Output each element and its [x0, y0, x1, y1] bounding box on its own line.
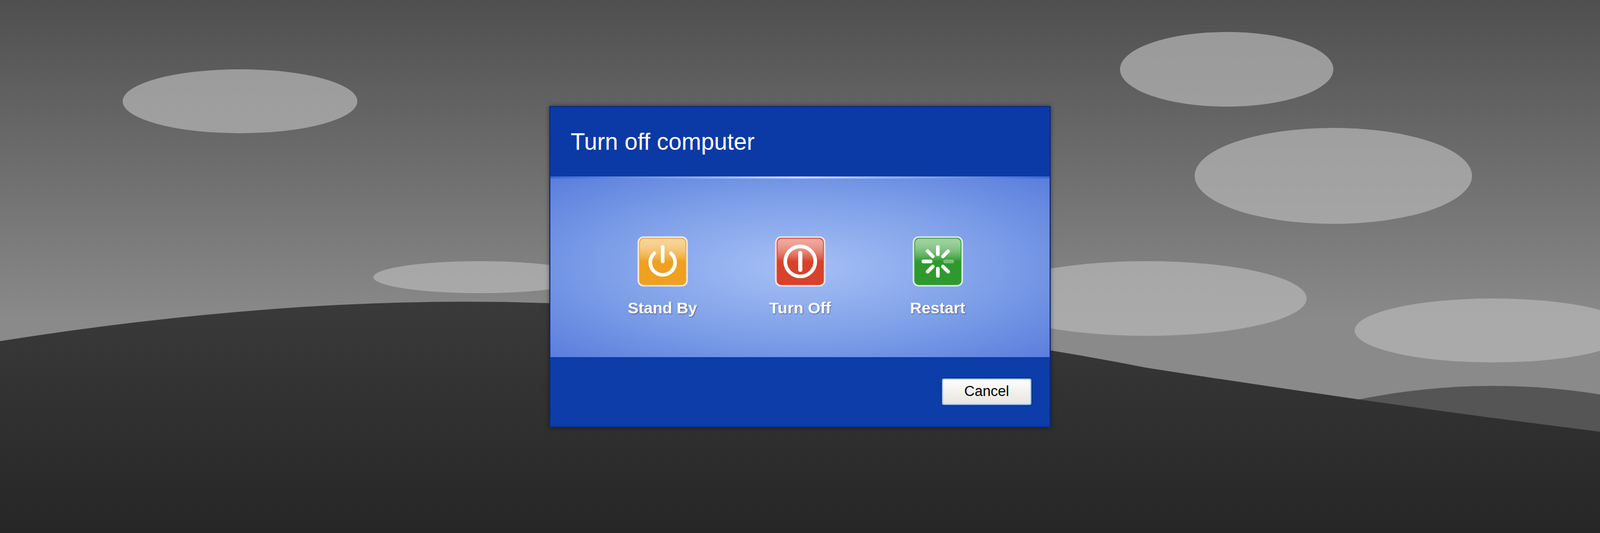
power-option[interactable]: Restart — [884, 235, 991, 319]
cancel-button[interactable]: Cancel — [940, 377, 1033, 407]
power-option-label: Stand By — [627, 298, 698, 319]
power-option[interactable]: Turn Off — [746, 235, 854, 319]
restart-icon[interactable] — [912, 235, 964, 288]
desktop: Turn off computer Stand By Turn Off Restart… — [0, 0, 1600, 533]
power-option-label: Restart — [909, 298, 965, 319]
power-off-icon[interactable] — [774, 235, 827, 288]
dialog-title-bar: Turn off computer — [550, 107, 1050, 177]
power-option-label: Turn Off — [769, 298, 831, 319]
power-option[interactable]: Stand By — [609, 235, 716, 319]
turn-off-dialog: Turn off computer Stand By Turn Off Restart… — [549, 106, 1051, 428]
dialog-footer: Cancel — [550, 357, 1050, 427]
dialog-options: Stand By Turn Off Restart — [550, 178, 1050, 358]
dialog-title: Turn off computer — [570, 126, 755, 157]
standby-icon[interactable] — [636, 235, 689, 288]
